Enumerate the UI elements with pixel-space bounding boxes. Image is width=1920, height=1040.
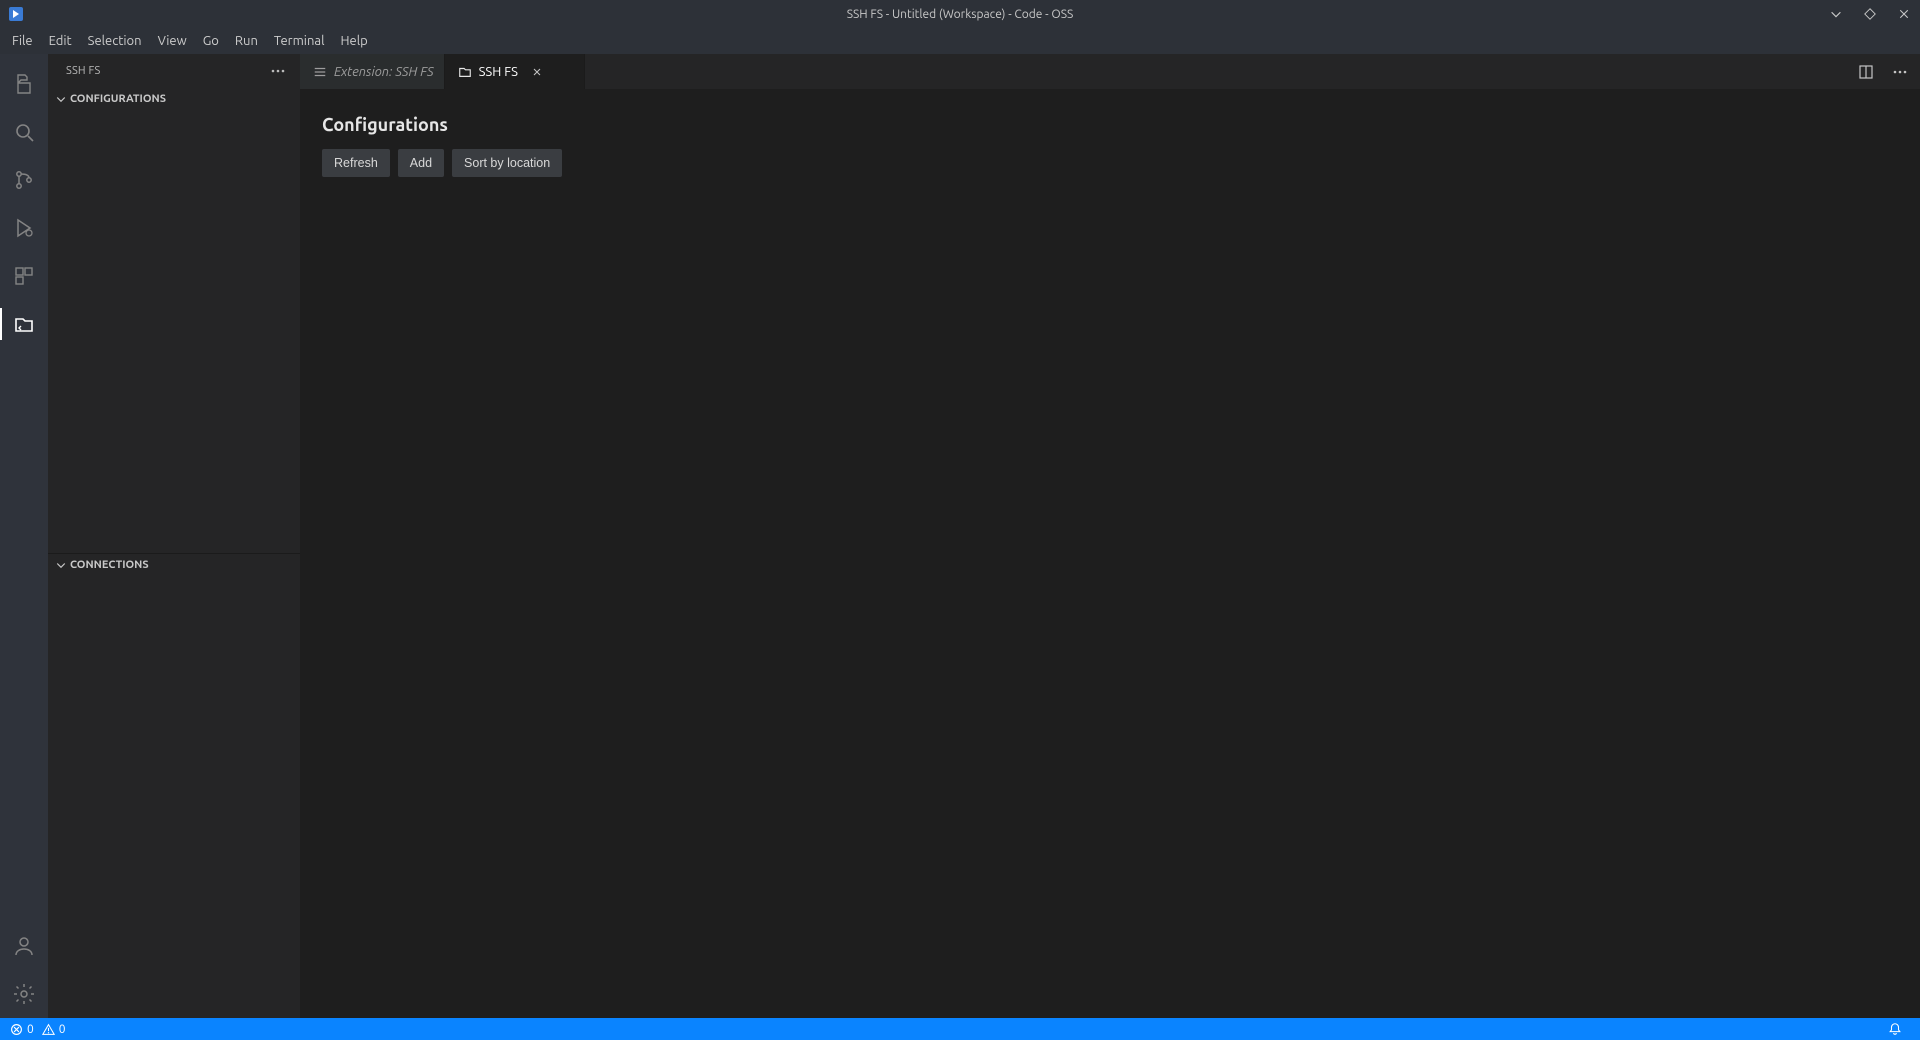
menubar: File Edit Selection View Go Run Terminal…: [0, 28, 1920, 54]
activity-source-control[interactable]: [0, 156, 48, 204]
activity-extensions[interactable]: [0, 252, 48, 300]
tab-extension-sshfs[interactable]: Extension: SSH FS: [300, 54, 445, 89]
refresh-button[interactable]: Refresh: [322, 149, 390, 177]
sidebar: SSH FS CONFIGURATIONS CONNECTIONS: [48, 54, 300, 1018]
split-editor-icon[interactable]: [1856, 62, 1876, 82]
activity-sshfs[interactable]: [0, 300, 48, 348]
panel-connections: CONNECTIONS: [48, 553, 300, 1019]
chevron-down-icon[interactable]: [1828, 6, 1844, 22]
error-icon: [10, 1023, 23, 1036]
folder-icon: [457, 64, 473, 80]
tab-sshfs[interactable]: SSH FS: [445, 54, 585, 89]
panel-configurations-header[interactable]: CONFIGURATIONS: [48, 88, 300, 110]
menu-help[interactable]: Help: [332, 30, 375, 52]
window-controls: [1828, 6, 1912, 22]
menu-terminal[interactable]: Terminal: [266, 30, 333, 52]
warning-icon: [42, 1023, 55, 1036]
panel-connections-body: [48, 576, 300, 1019]
activity-settings[interactable]: [0, 970, 48, 1018]
add-button[interactable]: Add: [398, 149, 444, 177]
status-errors-count: 0: [27, 1023, 34, 1036]
tab-actions: [1846, 54, 1920, 89]
sidebar-header: SSH FS: [48, 54, 300, 88]
bell-icon: [1888, 1022, 1902, 1036]
editor-body: Configurations Refresh Add Sort by locat…: [300, 89, 1920, 1018]
panel-connections-label: CONNECTIONS: [70, 559, 149, 571]
menu-file[interactable]: File: [4, 30, 41, 52]
menu-view[interactable]: View: [150, 30, 195, 52]
restore-window-icon[interactable]: [1862, 6, 1878, 22]
chevron-down-icon: [54, 558, 68, 572]
activity-explorer[interactable]: [0, 60, 48, 108]
activity-accounts[interactable]: [0, 922, 48, 970]
main-area: SSH FS CONFIGURATIONS CONNECTIONS: [0, 54, 1920, 1018]
tab-label: SSH FS: [479, 65, 518, 79]
titlebar: SSH FS - Untitled (Workspace) - Code - O…: [0, 0, 1920, 28]
activity-run-debug[interactable]: [0, 204, 48, 252]
editor-area: Extension: SSH FS SSH FS: [300, 54, 1920, 1018]
tabbar: Extension: SSH FS SSH FS: [300, 54, 1920, 89]
app-icon: [8, 6, 24, 22]
list-icon: [312, 64, 328, 80]
chevron-down-icon: [54, 92, 68, 106]
status-warnings[interactable]: 0: [42, 1023, 66, 1036]
activitybar: [0, 54, 48, 1018]
menu-edit[interactable]: Edit: [41, 30, 80, 52]
activity-search[interactable]: [0, 108, 48, 156]
panel-connections-header[interactable]: CONNECTIONS: [48, 554, 300, 576]
sidebar-title: SSH FS: [66, 65, 100, 77]
sidebar-more-icon[interactable]: [270, 63, 286, 79]
status-warnings-count: 0: [59, 1023, 66, 1036]
panel-configurations: CONFIGURATIONS: [48, 88, 300, 553]
menu-selection[interactable]: Selection: [80, 30, 150, 52]
close-icon[interactable]: [528, 63, 546, 81]
tab-label: Extension: SSH FS: [334, 65, 434, 79]
more-icon[interactable]: [1890, 62, 1910, 82]
window-title: SSH FS - Untitled (Workspace) - Code - O…: [847, 8, 1074, 21]
close-window-icon[interactable]: [1896, 6, 1912, 22]
panel-configurations-label: CONFIGURATIONS: [70, 93, 166, 105]
statusbar: 0 0: [0, 1018, 1920, 1040]
status-notifications[interactable]: [1888, 1022, 1902, 1036]
page-heading: Configurations: [322, 115, 1898, 135]
panel-configurations-body: [48, 110, 300, 553]
button-row: Refresh Add Sort by location: [322, 149, 1898, 177]
status-errors[interactable]: 0: [10, 1023, 34, 1036]
menu-go[interactable]: Go: [195, 30, 227, 52]
menu-run[interactable]: Run: [227, 30, 266, 52]
sort-by-location-button[interactable]: Sort by location: [452, 149, 562, 177]
